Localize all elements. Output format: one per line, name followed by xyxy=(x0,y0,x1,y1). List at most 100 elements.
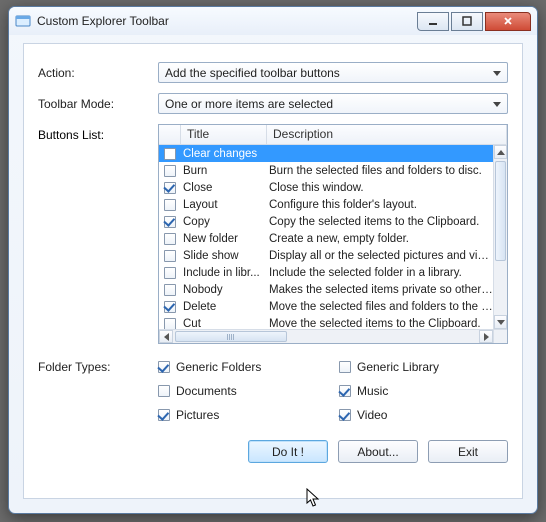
row-checkbox[interactable] xyxy=(164,233,176,245)
row-title: Layout xyxy=(181,199,267,211)
list-row[interactable]: NobodyMakes the selected items private s… xyxy=(159,281,495,298)
horizontal-scrollbar[interactable] xyxy=(159,329,493,343)
row-description: Create a new, empty folder. xyxy=(267,233,495,245)
titlebar[interactable]: Custom Explorer Toolbar xyxy=(9,7,537,35)
row-description: Burn the selected files and folders to d… xyxy=(267,165,495,177)
folder-type-label: Pictures xyxy=(176,408,219,422)
action-label: Action: xyxy=(38,66,158,80)
scroll-right-button[interactable] xyxy=(479,330,493,343)
exit-button[interactable]: Exit xyxy=(428,440,508,463)
folder-type-label: Generic Library xyxy=(357,360,439,374)
doit-button-label: Do It ! xyxy=(272,445,304,459)
window-controls xyxy=(415,12,531,31)
toolbar-mode-combo[interactable]: One or more items are selected xyxy=(158,93,508,114)
row-description: Include the selected folder in a library… xyxy=(267,267,495,279)
checkbox-icon[interactable] xyxy=(158,409,170,421)
row-title: Delete xyxy=(181,301,267,313)
row-description: Move the selected files and folders to t… xyxy=(267,301,495,313)
vertical-scroll-thumb[interactable] xyxy=(495,161,506,261)
row-title: Copy xyxy=(181,216,267,228)
row-checkbox[interactable] xyxy=(164,301,176,313)
maximize-button[interactable] xyxy=(451,12,483,31)
about-button[interactable]: About... xyxy=(338,440,418,463)
row-description: Makes the selected items private so othe… xyxy=(267,284,495,296)
row-description: Copy the selected items to the Clipboard… xyxy=(267,216,495,228)
client-area: Action: Add the specified toolbar button… xyxy=(23,43,523,499)
row-description: Display all or the selected pictures and… xyxy=(267,250,495,262)
row-title: Include in libr... xyxy=(181,267,267,279)
checkbox-icon[interactable] xyxy=(158,361,170,373)
list-row[interactable]: BurnBurn the selected files and folders … xyxy=(159,162,495,179)
folder-type-label: Documents xyxy=(176,384,237,398)
folder-type-checkbox[interactable]: Documents xyxy=(158,384,327,398)
row-checkbox[interactable] xyxy=(164,148,176,160)
folder-type-checkbox[interactable]: Music xyxy=(339,384,508,398)
buttons-list-label: Buttons List: xyxy=(38,124,158,344)
row-title: Nobody xyxy=(181,284,267,296)
app-icon xyxy=(15,13,31,29)
list-row[interactable]: New folderCreate a new, empty folder. xyxy=(159,230,495,247)
row-checkbox[interactable] xyxy=(164,165,176,177)
list-row[interactable]: CloseClose this window. xyxy=(159,179,495,196)
header-title-col[interactable]: Title xyxy=(181,125,267,144)
checkbox-icon[interactable] xyxy=(339,361,351,373)
button-bar: Do It ! About... Exit xyxy=(38,440,508,463)
listview-body: Clear changes BurnBurn the selected files… xyxy=(159,145,507,343)
row-title: Clear changes xyxy=(181,148,267,160)
list-row[interactable]: LayoutConfigure this folder's layout. xyxy=(159,196,495,213)
list-row[interactable]: Slide showDisplay all or the selected pi… xyxy=(159,247,495,264)
action-combo[interactable]: Add the specified toolbar buttons xyxy=(158,62,508,83)
row-checkbox[interactable] xyxy=(164,284,176,296)
action-combo-value: Add the specified toolbar buttons xyxy=(165,66,340,80)
folder-type-label: Music xyxy=(357,384,388,398)
row-checkbox[interactable] xyxy=(164,216,176,228)
row-checkbox[interactable] xyxy=(164,182,176,194)
folder-type-label: Video xyxy=(357,408,387,422)
horizontal-scroll-thumb[interactable] xyxy=(175,331,287,342)
row-title: New folder xyxy=(181,233,267,245)
folder-type-checkbox[interactable]: Video xyxy=(339,408,508,422)
row-title: Burn xyxy=(181,165,267,177)
buttons-listview[interactable]: Title Description Clear changes BurnBurn … xyxy=(158,124,508,344)
scrollbar-corner xyxy=(493,329,507,343)
scroll-up-button[interactable] xyxy=(494,145,507,159)
row-description: Close this window. xyxy=(267,182,495,194)
checkbox-icon[interactable] xyxy=(158,385,170,397)
row-checkbox[interactable] xyxy=(164,267,176,279)
window-title: Custom Explorer Toolbar xyxy=(37,14,415,28)
checkbox-icon[interactable] xyxy=(339,385,351,397)
list-row[interactable]: Clear changes xyxy=(159,145,495,162)
row-checkbox[interactable] xyxy=(164,318,176,330)
exit-button-label: Exit xyxy=(458,445,478,459)
list-row[interactable]: Include in libr...Include the selected f… xyxy=(159,264,495,281)
checkbox-icon[interactable] xyxy=(339,409,351,421)
header-description-col[interactable]: Description xyxy=(267,125,507,144)
doit-button[interactable]: Do It ! xyxy=(248,440,328,463)
toolbar-mode-combo-value: One or more items are selected xyxy=(165,97,333,111)
folder-type-checkbox[interactable]: Generic Folders xyxy=(158,360,327,374)
row-title: Close xyxy=(181,182,267,194)
folder-type-checkbox[interactable]: Pictures xyxy=(158,408,327,422)
close-button[interactable] xyxy=(485,12,531,31)
folder-type-label: Generic Folders xyxy=(176,360,261,374)
scroll-down-button[interactable] xyxy=(494,315,507,329)
toolbar-mode-label: Toolbar Mode: xyxy=(38,97,158,111)
about-button-label: About... xyxy=(357,445,398,459)
folder-type-checkbox[interactable]: Generic Library xyxy=(339,360,508,374)
vertical-scrollbar[interactable] xyxy=(493,145,507,329)
minimize-button[interactable] xyxy=(417,12,449,31)
folder-types-grid: Generic Folders Generic Library Documents M… xyxy=(158,360,508,422)
row-description: Configure this folder's layout. xyxy=(267,199,495,211)
list-row[interactable]: DeleteMove the selected files and folder… xyxy=(159,298,495,315)
header-checkbox-col[interactable] xyxy=(159,125,181,144)
row-checkbox[interactable] xyxy=(164,199,176,211)
listview-header[interactable]: Title Description xyxy=(159,125,507,145)
window-frame: Custom Explorer Toolbar Action: Add the … xyxy=(8,6,538,514)
row-checkbox[interactable] xyxy=(164,250,176,262)
row-description: Move the selected items to the Clipboard… xyxy=(267,318,495,330)
scroll-left-button[interactable] xyxy=(159,330,173,343)
list-row[interactable]: CopyCopy the selected items to the Clipb… xyxy=(159,213,495,230)
row-title: Slide show xyxy=(181,250,267,262)
folder-types-label: Folder Types: xyxy=(38,360,158,422)
row-title: Cut xyxy=(181,318,267,330)
